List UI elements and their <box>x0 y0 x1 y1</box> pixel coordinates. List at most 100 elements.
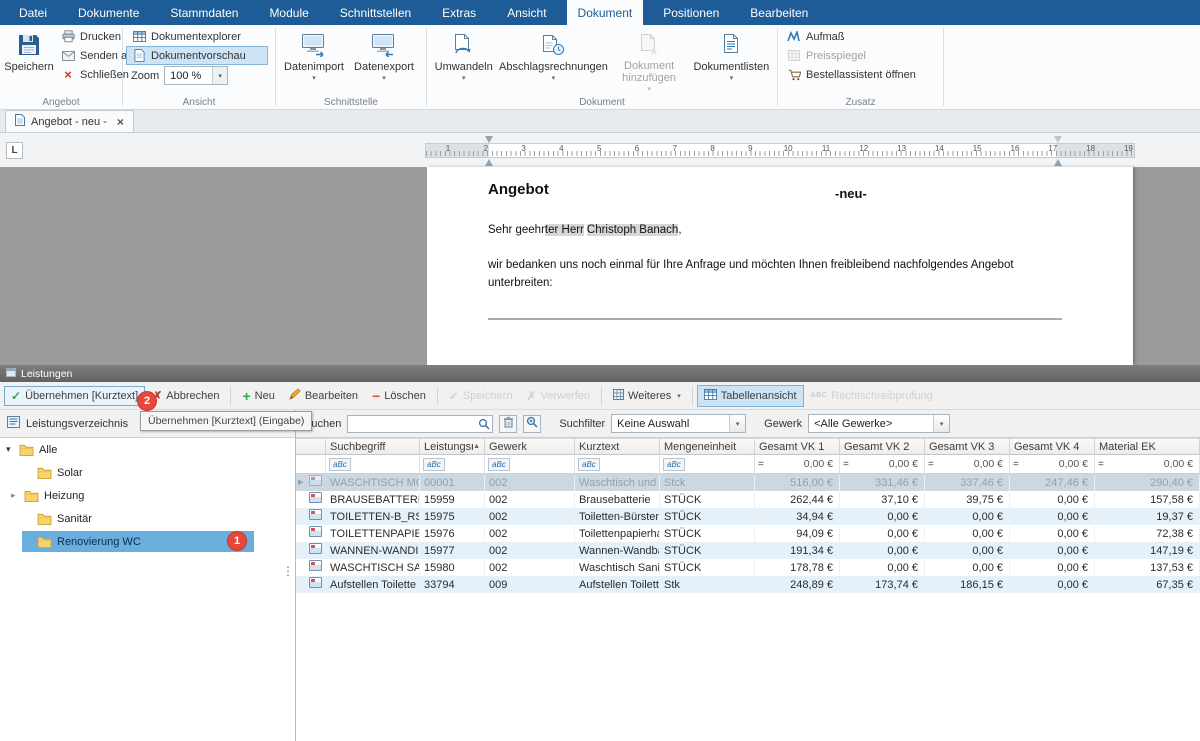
tab-dokumente[interactable]: Dokumente <box>67 0 150 25</box>
filter-mengeneinheit[interactable]: aBc <box>660 455 755 473</box>
header-gesamt-vk2[interactable]: Gesamt VK 2 <box>840 438 925 455</box>
tab-bearbeiten[interactable]: Bearbeiten <box>739 0 819 25</box>
datenimport-button[interactable]: Datenimport ▾ <box>279 27 349 96</box>
speichern-button[interactable]: Speichern <box>3 27 55 84</box>
filter-value[interactable]: 0,00 € <box>1164 458 1196 470</box>
tree-item-renovierung-wc[interactable]: ▸ Renovierung WC 1 <box>0 530 295 553</box>
left-indent-marker[interactable] <box>485 159 493 166</box>
header-gewerk[interactable]: Gewerk <box>485 438 575 455</box>
filter-value[interactable]: 0,00 € <box>974 458 1006 470</box>
table-row[interactable]: ▶WASCHTISCH MC00001002Waschtisch und WSt… <box>296 474 1200 491</box>
folder-icon <box>37 536 52 548</box>
filter-operator[interactable]: = <box>843 459 849 470</box>
document-page[interactable]: Angebot -neu- Sehr geehrter HerrChristop… <box>427 167 1133 365</box>
header-kurztext[interactable]: Kurztext <box>575 438 660 455</box>
advanced-search-button[interactable] <box>523 415 541 433</box>
tab-datei[interactable]: Datei <box>8 0 58 25</box>
table-row[interactable]: TOILETTEN-B_RST15975002Toiletten-Bürsten… <box>296 508 1200 525</box>
tab-ansicht[interactable]: Ansicht <box>496 0 557 25</box>
text-filter-icon[interactable]: aBc <box>578 458 600 471</box>
filter-value[interactable]: 0,00 € <box>804 458 836 470</box>
text-filter-icon[interactable]: aBc <box>329 458 351 471</box>
filter-value[interactable]: 0,00 € <box>889 458 921 470</box>
clear-search-button[interactable] <box>499 415 517 433</box>
dropdown-icon[interactable]: ▾ <box>729 415 745 432</box>
filter-operator[interactable]: = <box>1013 459 1019 470</box>
filter-vk4[interactable]: = 0,00 € <box>1010 455 1095 473</box>
table-row[interactable]: WASCHTISCH SAI15980002Waschtisch SanitäS… <box>296 559 1200 576</box>
suchfilter-select[interactable]: Keine Auswahl ▾ <box>611 414 746 433</box>
search-input[interactable] <box>347 415 493 433</box>
expand-icon[interactable]: ▾ <box>6 444 19 455</box>
tab-schnittstellen[interactable]: Schnittstellen <box>329 0 422 25</box>
filter-operator[interactable]: = <box>928 459 934 470</box>
tab-close-icon[interactable]: × <box>117 115 124 129</box>
header-gesamt-vk1[interactable]: Gesamt VK 1 <box>755 438 840 455</box>
filter-vk2[interactable]: = 0,00 € <box>840 455 925 473</box>
header-material-ek[interactable]: Material EK <box>1095 438 1200 455</box>
expand-icon[interactable]: ▸ <box>11 490 24 501</box>
header-gesamt-vk4[interactable]: Gesamt VK 4 <box>1010 438 1095 455</box>
weiteres-button[interactable]: Weiteres ▾ <box>606 385 688 407</box>
tree-item-solar[interactable]: ▸ Solar <box>0 461 295 484</box>
umwandeln-button[interactable]: Umwandeln ▾ <box>430 27 497 96</box>
filter-suchbegriff[interactable]: aBc <box>326 455 420 473</box>
filter-kurztext[interactable]: aBc <box>575 455 660 473</box>
filter-gewerk[interactable]: aBc <box>485 455 575 473</box>
bestellassistent-button[interactable]: Bestellassistent öffnen <box>781 65 922 84</box>
tree-item-alle[interactable]: ▾ Alle <box>0 438 295 461</box>
tab-dokument[interactable]: Dokument <box>567 0 644 25</box>
filter-vk3[interactable]: = 0,00 € <box>925 455 1010 473</box>
header-leistungsnummer[interactable]: Leistungsnummer▲ <box>420 438 485 455</box>
horizontal-ruler[interactable]: 12345678910111213141516171819 <box>425 143 1135 158</box>
dokumentexplorer-button[interactable]: Dokumentexplorer <box>126 27 268 46</box>
loeschen-button[interactable]: − Löschen <box>365 386 433 406</box>
header-gesamt-vk3[interactable]: Gesamt VK 3 <box>925 438 1010 455</box>
email-icon <box>61 51 75 61</box>
text-filter-icon[interactable]: aBc <box>423 458 445 471</box>
filter-value[interactable]: 0,00 € <box>1059 458 1091 470</box>
aufmass-button[interactable]: Aufmaß <box>781 27 851 46</box>
abbrechen-button[interactable]: ✗ Abbrechen <box>145 386 226 406</box>
tree-item-sanitaer[interactable]: ▸ Sanitär <box>0 507 295 530</box>
filter-leistungsnummer[interactable]: aBc <box>420 455 485 473</box>
tab-stop-selector[interactable]: L <box>6 142 23 159</box>
table-row[interactable]: BRAUSEBATTERIE15959002BrausebatterieSTÜC… <box>296 491 1200 508</box>
header-mengeneinheit[interactable]: Mengeneinheit <box>660 438 755 455</box>
search-icon[interactable] <box>478 418 490 433</box>
splitter-handle[interactable]: ⋮ <box>282 568 294 575</box>
dokumentvorschau-button[interactable]: Dokumentvorschau <box>126 46 268 65</box>
filter-operator[interactable]: = <box>1098 459 1104 470</box>
neu-button[interactable]: + Neu <box>235 386 281 406</box>
tab-positionen[interactable]: Positionen <box>652 0 730 25</box>
cell-vk4: 0,00 € <box>1010 526 1095 542</box>
zoom-select[interactable]: 100 % ▾ <box>164 66 228 85</box>
table-row[interactable]: TOILETTENPAPIEF15976002Toilettenpapierha… <box>296 525 1200 542</box>
header-suchbegriff[interactable]: Suchbegriff <box>326 438 420 455</box>
tree-item-heizung[interactable]: ▸ Heizung <box>0 484 295 507</box>
filter-material-ek[interactable]: = 0,00 € <box>1095 455 1200 473</box>
cell-kurztext: Waschtisch und W <box>575 475 660 491</box>
tabellenansicht-button[interactable]: Tabellenansicht <box>697 385 804 407</box>
right-margin-marker[interactable] <box>1054 136 1062 143</box>
bearbeiten-button[interactable]: Bearbeiten <box>282 384 365 407</box>
tab-stammdaten[interactable]: Stammdaten <box>159 0 249 25</box>
first-line-indent-marker[interactable] <box>485 136 493 143</box>
tab-module[interactable]: Module <box>258 0 319 25</box>
abschlagsrechnungen-button[interactable]: Abschlagsrechnungen ▾ <box>497 27 609 96</box>
filter-vk1[interactable]: = 0,00 € <box>755 455 840 473</box>
right-indent-marker[interactable] <box>1054 159 1062 166</box>
filter-operator[interactable]: = <box>758 459 764 470</box>
dokumentlisten-button[interactable]: Dokumentlisten ▾ <box>689 27 774 96</box>
table-row[interactable]: Aufstellen Toilette33794009Aufstellen To… <box>296 576 1200 593</box>
gewerk-select[interactable]: <Alle Gewerke> ▾ <box>808 414 950 433</box>
tab-extras[interactable]: Extras <box>431 0 487 25</box>
zoom-dropdown-icon[interactable]: ▾ <box>212 67 227 84</box>
text-filter-icon[interactable]: aBc <box>488 458 510 471</box>
dropdown-icon[interactable]: ▾ <box>933 415 949 432</box>
text-filter-icon[interactable]: aBc <box>663 458 685 471</box>
uebernehmen-button[interactable]: ✓ Übernehmen [Kurztext] <box>4 386 145 406</box>
datenexport-button[interactable]: Datenexport ▾ <box>349 27 419 96</box>
document-tab[interactable]: Angebot - neu - × <box>5 110 134 132</box>
table-row[interactable]: WANNEN-WANDI15977002Wannen-WandbatSTÜCK1… <box>296 542 1200 559</box>
